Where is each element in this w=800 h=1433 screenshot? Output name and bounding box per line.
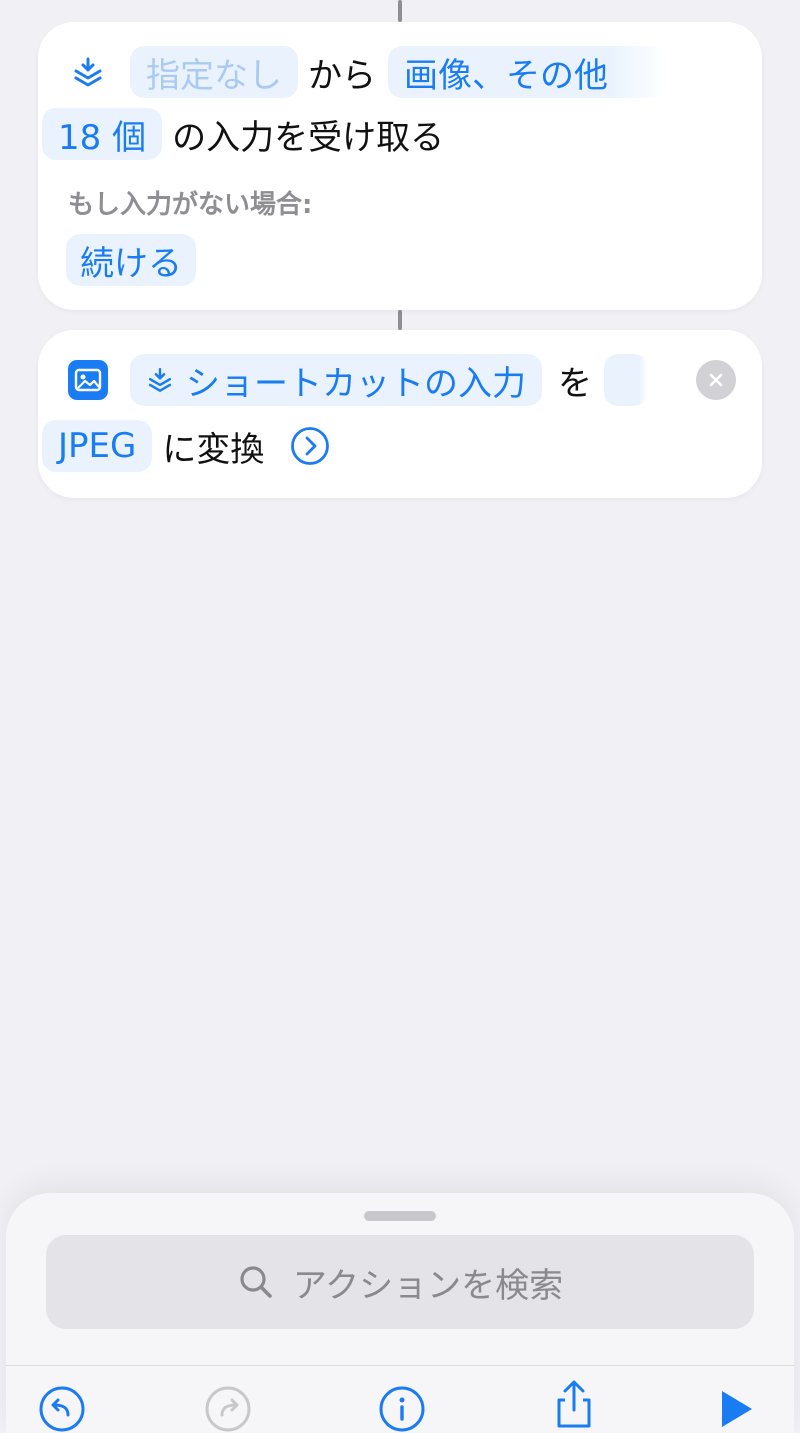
toolbar-divider — [6, 1365, 794, 1366]
if-no-input-label: もし入力がない場合: — [68, 190, 313, 220]
undo-button[interactable] — [38, 1385, 86, 1433]
item-count-token[interactable]: 18 個 — [42, 108, 163, 160]
from-word: から — [308, 55, 376, 96]
chevron-right-circle-icon — [291, 427, 330, 465]
fallback-token[interactable]: 続ける — [66, 234, 196, 286]
convert-image-action[interactable]: ショートカットの入力 を JPEG に変換 — [38, 330, 762, 498]
info-icon — [379, 1386, 425, 1432]
particle-wo: を — [558, 363, 592, 404]
input-types-token[interactable]: 画像、その他 — [388, 46, 668, 98]
image-icon — [68, 360, 108, 400]
shortcut-input-icon — [68, 52, 108, 92]
clear-parameter-button[interactable] — [696, 360, 736, 400]
convert-text: に変換 — [162, 429, 265, 470]
share-button[interactable] — [550, 1380, 598, 1428]
share-icon — [557, 1380, 591, 1428]
sheet-grabber[interactable] — [364, 1211, 436, 1221]
connector-top — [398, 0, 402, 22]
format-token[interactable]: JPEG — [42, 420, 153, 472]
empty-parameter-token[interactable] — [604, 354, 648, 406]
action-search-field[interactable]: アクションを検索 — [46, 1235, 754, 1329]
shortcut-input-label: ショートカットの入力 — [186, 363, 526, 404]
receive-input-text: の入力を受け取る — [172, 117, 445, 158]
receive-input-action[interactable]: 指定なし から 画像、その他 18 個 の入力を受け取る もし入力がない場合: … — [38, 22, 762, 310]
info-button[interactable] — [378, 1385, 426, 1433]
search-placeholder: アクションを検索 — [292, 1265, 564, 1306]
run-button[interactable] — [712, 1385, 760, 1433]
source-token[interactable]: 指定なし — [130, 46, 298, 98]
redo-button[interactable] — [204, 1385, 252, 1433]
search-icon — [240, 1266, 272, 1298]
redo-icon — [205, 1386, 251, 1432]
shortcut-input-token[interactable]: ショートカットの入力 — [130, 354, 542, 406]
connector-middle — [398, 310, 402, 330]
undo-icon — [39, 1386, 85, 1432]
play-icon — [722, 1391, 752, 1427]
shortcut-input-token-icon — [148, 368, 172, 392]
close-icon — [709, 373, 723, 387]
show-more-button[interactable] — [290, 426, 330, 466]
